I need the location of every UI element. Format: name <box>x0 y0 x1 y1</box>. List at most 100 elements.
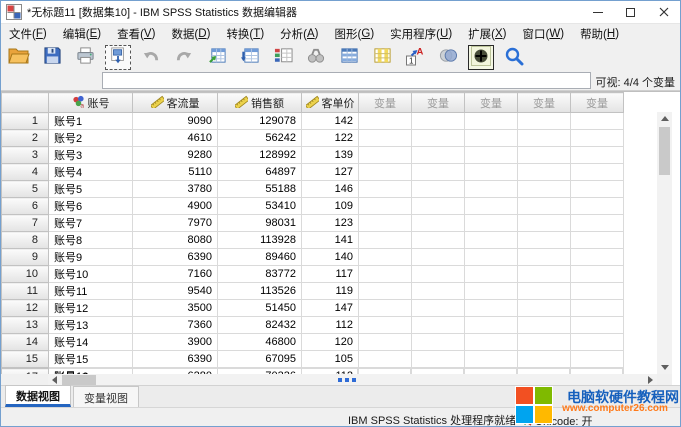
cell-traffic[interactable]: 7160 <box>133 266 218 283</box>
cell-empty[interactable] <box>412 113 465 130</box>
cell-traffic[interactable]: 5110 <box>133 164 218 181</box>
cell-sales[interactable]: 55188 <box>218 181 302 198</box>
cell-empty[interactable] <box>518 266 571 283</box>
cell-traffic[interactable]: 8080 <box>133 232 218 249</box>
cell-unit-price[interactable]: 117 <box>302 266 359 283</box>
cell-traffic[interactable]: 3500 <box>133 300 218 317</box>
cell-empty[interactable] <box>359 300 412 317</box>
menu-item-utilities[interactable]: 实用程序(U) <box>382 24 460 43</box>
cell-account[interactable]: 账号3 <box>49 147 133 164</box>
cell-empty[interactable] <box>465 317 518 334</box>
row-number[interactable]: 15 <box>2 351 49 368</box>
cell-traffic[interactable]: 4900 <box>133 198 218 215</box>
close-button[interactable] <box>647 1 680 23</box>
cell-sales[interactable]: 98031 <box>218 215 302 232</box>
pane-splitter-grip[interactable] <box>338 378 356 382</box>
cell-sales[interactable]: 82432 <box>218 317 302 334</box>
cell-account[interactable]: 账号12 <box>49 300 133 317</box>
horizontal-scroll-thumb[interactable] <box>62 375 96 385</box>
cell-empty[interactable] <box>359 283 412 300</box>
cell-empty[interactable] <box>518 283 571 300</box>
cell-empty[interactable] <box>465 283 518 300</box>
column-header-placeholder[interactable]: 变量 <box>518 93 571 113</box>
cell-unit-price[interactable]: 119 <box>302 283 359 300</box>
cell-sales[interactable]: 64897 <box>218 164 302 181</box>
cell-account[interactable]: 账号1 <box>49 113 133 130</box>
cell-traffic[interactable]: 3900 <box>133 334 218 351</box>
cell-empty[interactable] <box>359 317 412 334</box>
cell-empty[interactable] <box>571 334 624 351</box>
cell-traffic[interactable]: 9280 <box>133 147 218 164</box>
row-number[interactable]: 3 <box>2 147 49 164</box>
insert-cases-button[interactable] <box>336 45 362 70</box>
cell-traffic[interactable]: 4610 <box>133 130 218 147</box>
cell-empty[interactable] <box>465 232 518 249</box>
cell-empty[interactable] <box>571 130 624 147</box>
tab-data-view[interactable]: 数据视图 <box>5 385 71 407</box>
cell-empty[interactable] <box>571 215 624 232</box>
cell-unit-price[interactable]: 139 <box>302 147 359 164</box>
cell-account[interactable]: 账号8 <box>49 232 133 249</box>
cell-empty[interactable] <box>359 232 412 249</box>
cell-account[interactable]: 账号10 <box>49 266 133 283</box>
cell-account[interactable]: 账号14 <box>49 334 133 351</box>
goto-case-button[interactable] <box>204 45 230 70</box>
insert-variable-button[interactable] <box>369 45 395 70</box>
scroll-up-button[interactable] <box>657 112 672 125</box>
cell-empty[interactable] <box>518 147 571 164</box>
cell-traffic[interactable]: 9090 <box>133 113 218 130</box>
cell-unit-price[interactable]: 141 <box>302 232 359 249</box>
cell-unit-price[interactable]: 147 <box>302 300 359 317</box>
cell-empty[interactable] <box>518 232 571 249</box>
cell-empty[interactable] <box>571 300 624 317</box>
cell-sales[interactable]: 113928 <box>218 232 302 249</box>
column-header-unit-price[interactable]: 客单价 <box>302 93 359 113</box>
menu-item-data[interactable]: 数据(D) <box>163 24 218 43</box>
cell-unit-price[interactable]: 146 <box>302 181 359 198</box>
cell-empty[interactable] <box>359 181 412 198</box>
cell-empty[interactable] <box>465 334 518 351</box>
vertical-scroll-thumb[interactable] <box>659 127 670 175</box>
cell-unit-price[interactable]: 112 <box>302 317 359 334</box>
menu-item-help[interactable]: 帮助(H) <box>572 24 627 43</box>
cell-empty[interactable] <box>359 215 412 232</box>
cell-sales[interactable]: 113526 <box>218 283 302 300</box>
cell-sales[interactable]: 67095 <box>218 351 302 368</box>
cell-empty[interactable] <box>518 215 571 232</box>
cell-empty[interactable] <box>518 334 571 351</box>
search-button[interactable] <box>501 45 527 70</box>
row-number[interactable]: 6 <box>2 198 49 215</box>
cell-unit-price[interactable]: 109 <box>302 198 359 215</box>
cell-empty[interactable] <box>412 334 465 351</box>
cell-empty[interactable] <box>571 181 624 198</box>
cell-unit-price[interactable]: 122 <box>302 130 359 147</box>
save-button[interactable] <box>39 45 65 70</box>
value-labels-button[interactable]: 1A <box>402 45 428 70</box>
cell-traffic[interactable]: 7360 <box>133 317 218 334</box>
cell-editor-input[interactable] <box>102 72 591 89</box>
cell-unit-price[interactable]: 140 <box>302 249 359 266</box>
cell-empty[interactable] <box>412 130 465 147</box>
cell-empty[interactable] <box>412 147 465 164</box>
cell-empty[interactable] <box>465 198 518 215</box>
row-number[interactable]: 8 <box>2 232 49 249</box>
cell-account[interactable]: 账号11 <box>49 283 133 300</box>
cell-account[interactable]: 账号6 <box>49 198 133 215</box>
cell-empty[interactable] <box>359 351 412 368</box>
find-button[interactable] <box>303 45 329 70</box>
row-number[interactable]: 12 <box>2 300 49 317</box>
cell-traffic[interactable]: 6390 <box>133 351 218 368</box>
cell-traffic[interactable]: 9540 <box>133 283 218 300</box>
cell-empty[interactable] <box>412 317 465 334</box>
cell-empty[interactable] <box>518 198 571 215</box>
cell-empty[interactable] <box>571 266 624 283</box>
cell-sales[interactable]: 51450 <box>218 300 302 317</box>
cell-empty[interactable] <box>465 164 518 181</box>
cell-empty[interactable] <box>465 113 518 130</box>
row-number[interactable]: 13 <box>2 317 49 334</box>
cell-account[interactable]: 账号4 <box>49 164 133 181</box>
menu-item-file[interactable]: 文件(F) <box>1 24 55 43</box>
row-number[interactable]: 9 <box>2 249 49 266</box>
cell-account[interactable]: 账号2 <box>49 130 133 147</box>
cell-empty[interactable] <box>359 198 412 215</box>
